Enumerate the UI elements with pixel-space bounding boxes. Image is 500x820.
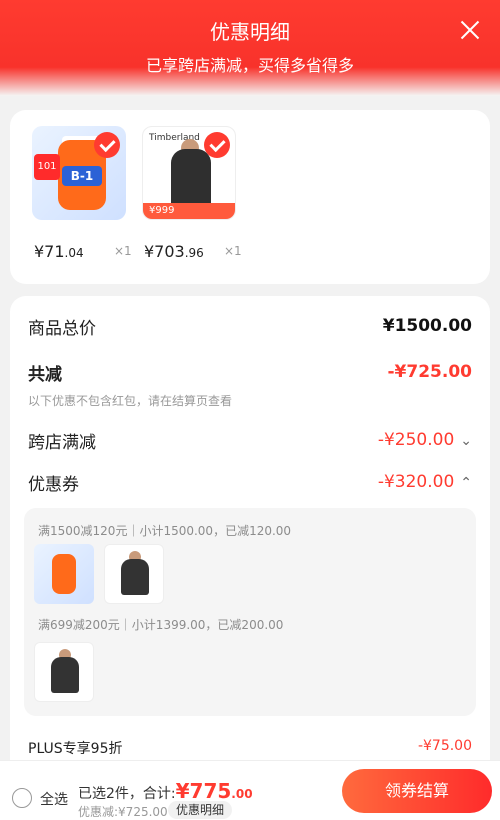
price-strip: ¥999 (143, 203, 235, 219)
summary-card: 商品总价 ¥1500.00 共减 -¥725.00 以下优惠不包含红包，请在结算… (10, 296, 490, 820)
checked-icon[interactable] (204, 132, 230, 158)
product-qty: ×1 (114, 244, 132, 258)
product-price: ¥703.96 (144, 242, 204, 261)
coupon-item-jacket (104, 544, 164, 604)
products-card: B-1 101 Timberland ¥999 ¥71.04 ×1 ¥703.9… (10, 110, 490, 284)
plus-row-value: -¥75.00 (417, 738, 472, 754)
close-icon[interactable] (458, 18, 482, 42)
total-row: 商品总价 ¥1500.00 (28, 316, 472, 339)
plus-row-label: PLUS专享95折 (28, 741, 123, 757)
header: 优惠明细 已享跨店满减，买得多省得多 (0, 0, 500, 96)
chevron-down-icon: ⌄ (460, 433, 472, 449)
reduce-row: 共减 -¥725.00 (28, 362, 472, 385)
selected-summary: 已选2件，合计:¥775.00 (78, 779, 253, 803)
b1-label: B-1 (62, 166, 102, 186)
page-subtitle: 已享跨店满减，买得多省得多 (145, 56, 354, 75)
coupon-item-jacket (34, 642, 94, 702)
page-title: 优惠明细 (210, 20, 290, 44)
discount-detail-button[interactable]: 优惠明细 (168, 801, 233, 819)
checked-icon[interactable] (94, 132, 120, 158)
saving-text: 优惠减:¥725.00 (78, 805, 168, 819)
product-price: ¥71.04 (34, 242, 84, 261)
cross-store-row[interactable]: 跨店满减 -¥250.00 ⌄ (28, 426, 472, 454)
coupon-line-1: 满1500减120元｜小计1500.00，已减120.00 (38, 524, 292, 538)
select-all-label[interactable]: 全选 (40, 789, 68, 809)
promo-tag: 101 (34, 154, 60, 180)
checkout-button[interactable]: 领券结算 (342, 769, 492, 813)
footer-bar: 全选 已选2件，合计:¥775.00 优惠减:¥725.00 优惠明细 领券结算 (0, 760, 500, 820)
coupon-details: 满1500减120元｜小计1500.00，已减120.00 满699减200元｜… (24, 508, 476, 716)
product-qty: ×1 (224, 244, 242, 258)
coupon-line-2: 满699减200元｜小计1399.00，已减200.00 (38, 618, 284, 632)
coupon-item-vitamin (34, 544, 94, 604)
chevron-up-icon: ⌃ (460, 475, 472, 491)
coupon-row[interactable]: 优惠券 -¥320.00 ⌃ (28, 468, 472, 496)
note-text: 以下优惠不包含红包，请在结算页查看 (28, 394, 233, 408)
select-all-radio[interactable] (12, 788, 32, 808)
